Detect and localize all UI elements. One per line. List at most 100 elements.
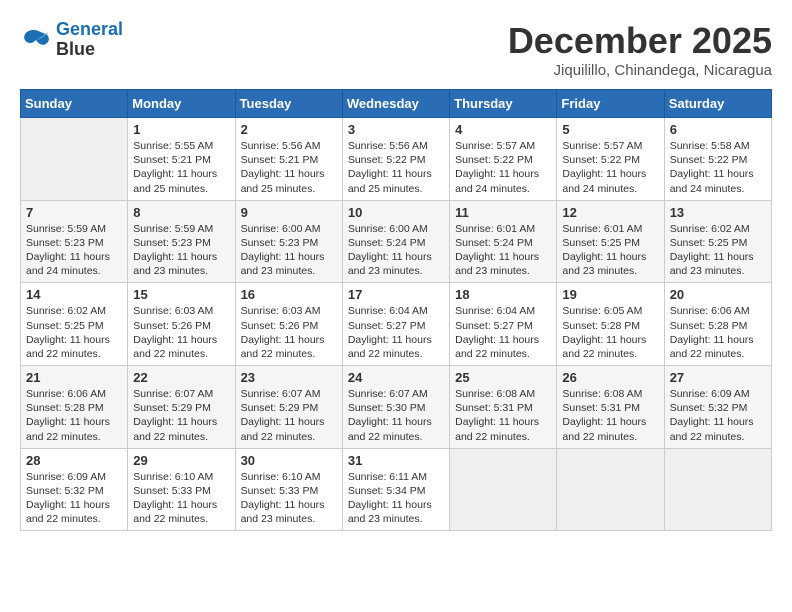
day-info: Sunrise: 6:00 AM Sunset: 5:24 PM Dayligh… — [348, 222, 444, 279]
calendar-cell: 2 Sunrise: 5:56 AM Sunset: 5:21 PM Daylig… — [235, 118, 342, 201]
day-number: 16 — [241, 287, 337, 302]
calendar-cell: 3 Sunrise: 5:56 AM Sunset: 5:22 PM Daylig… — [342, 118, 449, 201]
calendar-cell: 30 Sunrise: 6:10 AM Sunset: 5:33 PM Dayli… — [235, 448, 342, 531]
logo-text: General Blue — [56, 20, 123, 60]
calendar-week-4: 21 Sunrise: 6:06 AM Sunset: 5:28 PM Dayli… — [21, 366, 772, 449]
day-number: 26 — [562, 370, 658, 385]
day-info: Sunrise: 6:08 AM Sunset: 5:31 PM Dayligh… — [562, 387, 658, 444]
day-info: Sunrise: 6:03 AM Sunset: 5:26 PM Dayligh… — [241, 304, 337, 361]
day-info: Sunrise: 6:02 AM Sunset: 5:25 PM Dayligh… — [26, 304, 122, 361]
calendar-cell: 24 Sunrise: 6:07 AM Sunset: 5:30 PM Dayli… — [342, 366, 449, 449]
day-info: Sunrise: 5:57 AM Sunset: 5:22 PM Dayligh… — [455, 139, 551, 196]
logo-line2: Blue — [56, 40, 123, 60]
day-info: Sunrise: 6:04 AM Sunset: 5:27 PM Dayligh… — [348, 304, 444, 361]
calendar-cell: 19Sunrise: 6:05 AM Sunset: 5:28 PM Dayli… — [557, 283, 664, 366]
calendar-week-1: 1Sunrise: 5:55 AM Sunset: 5:21 PM Daylig… — [21, 118, 772, 201]
day-number: 22 — [133, 370, 229, 385]
day-info: Sunrise: 5:56 AM Sunset: 5:22 PM Dayligh… — [348, 139, 444, 196]
day-number: 29 — [133, 453, 229, 468]
day-number: 6 — [670, 122, 766, 137]
header-wednesday: Wednesday — [342, 90, 449, 118]
day-number: 5 — [562, 122, 658, 137]
calendar-cell: 1Sunrise: 5:55 AM Sunset: 5:21 PM Daylig… — [128, 118, 235, 201]
day-number: 10 — [348, 205, 444, 220]
day-info: Sunrise: 6:06 AM Sunset: 5:28 PM Dayligh… — [670, 304, 766, 361]
calendar-cell — [664, 448, 771, 531]
weekday-header-row: Sunday Monday Tuesday Wednesday Thursday… — [21, 90, 772, 118]
day-info: Sunrise: 6:10 AM Sunset: 5:33 PM Dayligh… — [241, 470, 337, 527]
day-number: 9 — [241, 205, 337, 220]
calendar-cell: 29Sunrise: 6:10 AM Sunset: 5:33 PM Dayli… — [128, 448, 235, 531]
header-monday: Monday — [128, 90, 235, 118]
calendar-cell: 18 Sunrise: 6:04 AM Sunset: 5:27 PM Dayli… — [450, 283, 557, 366]
day-number: 24 — [348, 370, 444, 385]
day-info: Sunrise: 6:01 AM Sunset: 5:25 PM Dayligh… — [562, 222, 658, 279]
logo-line1: General — [56, 19, 123, 39]
day-info: Sunrise: 6:02 AM Sunset: 5:25 PM Dayligh… — [670, 222, 766, 279]
calendar-table: Sunday Monday Tuesday Wednesday Thursday… — [20, 89, 772, 531]
calendar-cell: 15Sunrise: 6:03 AM Sunset: 5:26 PM Dayli… — [128, 283, 235, 366]
day-number: 21 — [26, 370, 122, 385]
calendar-cell: 4Sunrise: 5:57 AM Sunset: 5:22 PM Daylig… — [450, 118, 557, 201]
day-number: 18 — [455, 287, 551, 302]
day-number: 11 — [455, 205, 551, 220]
day-info: Sunrise: 5:59 AM Sunset: 5:23 PM Dayligh… — [26, 222, 122, 279]
location: Jiquilillo, Chinandega, Nicaragua — [508, 62, 772, 79]
day-number: 20 — [670, 287, 766, 302]
day-info: Sunrise: 6:09 AM Sunset: 5:32 PM Dayligh… — [26, 470, 122, 527]
day-info: Sunrise: 6:00 AM Sunset: 5:23 PM Dayligh… — [241, 222, 337, 279]
calendar-cell: 9 Sunrise: 6:00 AM Sunset: 5:23 PM Daylig… — [235, 200, 342, 283]
calendar-header: Sunday Monday Tuesday Wednesday Thursday… — [21, 90, 772, 118]
day-number: 17 — [348, 287, 444, 302]
calendar-cell — [21, 118, 128, 201]
calendar-cell: 10 Sunrise: 6:00 AM Sunset: 5:24 PM Dayli… — [342, 200, 449, 283]
logo-icon — [20, 26, 52, 54]
day-info: Sunrise: 6:07 AM Sunset: 5:30 PM Dayligh… — [348, 387, 444, 444]
calendar-cell: 5Sunrise: 5:57 AM Sunset: 5:22 PM Daylig… — [557, 118, 664, 201]
day-info: Sunrise: 6:06 AM Sunset: 5:28 PM Dayligh… — [26, 387, 122, 444]
header-friday: Friday — [557, 90, 664, 118]
day-number: 2 — [241, 122, 337, 137]
day-number: 25 — [455, 370, 551, 385]
day-info: Sunrise: 6:08 AM Sunset: 5:31 PM Dayligh… — [455, 387, 551, 444]
calendar-cell — [557, 448, 664, 531]
day-number: 15 — [133, 287, 229, 302]
calendar-cell: 31Sunrise: 6:11 AM Sunset: 5:34 PM Dayli… — [342, 448, 449, 531]
calendar-cell: 6Sunrise: 5:58 AM Sunset: 5:22 PM Daylig… — [664, 118, 771, 201]
header-tuesday: Tuesday — [235, 90, 342, 118]
calendar-cell: 23Sunrise: 6:07 AM Sunset: 5:29 PM Dayli… — [235, 366, 342, 449]
header-saturday: Saturday — [664, 90, 771, 118]
day-number: 7 — [26, 205, 122, 220]
day-info: Sunrise: 6:05 AM Sunset: 5:28 PM Dayligh… — [562, 304, 658, 361]
day-info: Sunrise: 6:09 AM Sunset: 5:32 PM Dayligh… — [670, 387, 766, 444]
calendar-body: 1Sunrise: 5:55 AM Sunset: 5:21 PM Daylig… — [21, 118, 772, 531]
day-number: 31 — [348, 453, 444, 468]
title-area: December 2025 Jiquilillo, Chinandega, Ni… — [508, 20, 772, 79]
day-number: 3 — [348, 122, 444, 137]
calendar-week-5: 28 Sunrise: 6:09 AM Sunset: 5:32 PM Dayli… — [21, 448, 772, 531]
page-header: General Blue December 2025 Jiquilillo, C… — [20, 20, 772, 79]
calendar-cell: 14Sunrise: 6:02 AM Sunset: 5:25 PM Dayli… — [21, 283, 128, 366]
day-number: 30 — [241, 453, 337, 468]
day-number: 12 — [562, 205, 658, 220]
calendar-cell: 17 Sunrise: 6:04 AM Sunset: 5:27 PM Dayli… — [342, 283, 449, 366]
day-number: 27 — [670, 370, 766, 385]
day-number: 13 — [670, 205, 766, 220]
day-info: Sunrise: 6:04 AM Sunset: 5:27 PM Dayligh… — [455, 304, 551, 361]
calendar-cell: 26 Sunrise: 6:08 AM Sunset: 5:31 PM Dayli… — [557, 366, 664, 449]
calendar-cell: 27 Sunrise: 6:09 AM Sunset: 5:32 PM Dayli… — [664, 366, 771, 449]
month-title: December 2025 — [508, 20, 772, 62]
logo: General Blue — [20, 20, 123, 60]
day-number: 28 — [26, 453, 122, 468]
calendar-cell: 12 Sunrise: 6:01 AM Sunset: 5:25 PM Dayli… — [557, 200, 664, 283]
calendar-cell: 20 Sunrise: 6:06 AM Sunset: 5:28 PM Dayli… — [664, 283, 771, 366]
calendar-cell: 28 Sunrise: 6:09 AM Sunset: 5:32 PM Dayli… — [21, 448, 128, 531]
day-info: Sunrise: 6:01 AM Sunset: 5:24 PM Dayligh… — [455, 222, 551, 279]
calendar-cell: 7 Sunrise: 5:59 AM Sunset: 5:23 PM Daylig… — [21, 200, 128, 283]
calendar-week-3: 14Sunrise: 6:02 AM Sunset: 5:25 PM Dayli… — [21, 283, 772, 366]
calendar-cell: 16 Sunrise: 6:03 AM Sunset: 5:26 PM Dayli… — [235, 283, 342, 366]
calendar-cell: 25 Sunrise: 6:08 AM Sunset: 5:31 PM Dayli… — [450, 366, 557, 449]
day-info: Sunrise: 5:56 AM Sunset: 5:21 PM Dayligh… — [241, 139, 337, 196]
calendar-cell: 13 Sunrise: 6:02 AM Sunset: 5:25 PM Dayli… — [664, 200, 771, 283]
header-sunday: Sunday — [21, 90, 128, 118]
